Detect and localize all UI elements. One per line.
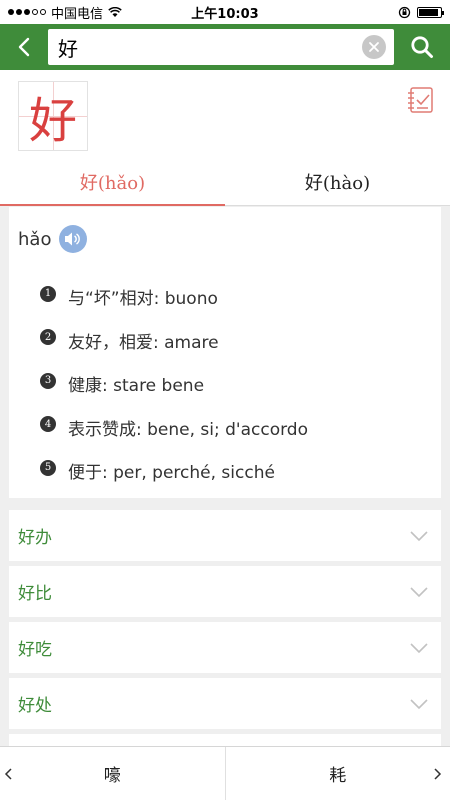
search-button[interactable] [394, 24, 450, 70]
notebook-check-icon[interactable] [406, 85, 436, 115]
speaker-icon [65, 232, 81, 246]
chevron-down-icon [410, 530, 428, 541]
definition-item: 2 友好，相爱: amare [40, 319, 435, 363]
bottom-nav: 嚎 耗 [0, 746, 450, 800]
battery-level [419, 8, 438, 16]
definition-item: 4 表示赞成: bene, si; d'accordo [40, 406, 435, 450]
chevron-right-icon [434, 768, 442, 780]
search-input[interactable] [58, 35, 362, 59]
search-box [48, 29, 394, 65]
definition-number: 2 [40, 329, 56, 346]
definition-number: 4 [40, 416, 56, 433]
word-row-haochu[interactable]: 好处 [9, 678, 441, 729]
word-label: 好办 [18, 528, 52, 548]
word-label: 好比 [18, 584, 52, 604]
status-bar: 中国电信 上午10:03 [0, 0, 450, 24]
chevron-down-icon [410, 642, 428, 653]
search-header [0, 24, 450, 70]
pinyin-label: hǎo [18, 228, 52, 250]
definition-item: 5 便于: per, perché, sicché [40, 449, 435, 493]
definition-text: 便于: per, perché, sicché [68, 463, 275, 484]
word-label: 好处 [18, 696, 52, 716]
definition-text: 与“坏”相对: buono [68, 289, 218, 310]
definition-text: 健康: stare bene [68, 376, 205, 397]
character-box: 好 [18, 81, 88, 151]
battery-icon [417, 6, 444, 18]
definition-list: 1 与“坏”相对: buono 2 友好，相爱: amare 3 健康: sta… [40, 275, 435, 493]
tab-hao4[interactable]: 好(hào) [225, 158, 450, 205]
chevron-left-icon [4, 768, 12, 780]
search-icon [411, 36, 433, 58]
clear-icon [369, 42, 379, 52]
word-label: 好吃 [18, 640, 52, 660]
word-row-haochi[interactable]: 好吃 [9, 622, 441, 673]
status-right [398, 6, 444, 19]
definition-card: hǎo 1 与“坏”相对: buono 2 友好，相爱: amare 3 健康:… [9, 207, 441, 498]
word-row-haoban[interactable]: 好办 [9, 510, 441, 561]
definition-item: 3 健康: stare bene [40, 362, 435, 406]
wifi-icon [108, 6, 122, 17]
back-button[interactable] [0, 24, 48, 70]
word-row-haobi[interactable]: 好比 [9, 566, 441, 617]
definition-number: 5 [40, 459, 56, 476]
carrier-label: 中国电信 [51, 6, 104, 22]
definition-item: 1 与“坏”相对: buono [40, 275, 435, 319]
definition-number: 3 [40, 372, 56, 389]
play-audio-button[interactable] [59, 225, 88, 253]
tab-hao3[interactable]: 好(hǎo) [0, 158, 225, 206]
definition-number: 1 [40, 285, 56, 302]
next-character-label: 耗 [329, 766, 347, 786]
signal-strength-icon [8, 9, 46, 15]
orientation-lock-icon [398, 6, 411, 18]
prev-character-label: 嚎 [103, 766, 121, 786]
word-row-partial [9, 734, 441, 746]
status-left: 中国电信 [8, 3, 122, 22]
chevron-down-icon [410, 586, 428, 597]
next-character-button[interactable]: 耗 [226, 747, 450, 800]
chevron-left-icon [18, 37, 30, 57]
prev-character-button[interactable]: 嚎 [0, 747, 226, 800]
pinyin-row: hǎo [18, 225, 88, 253]
character-panel: 好 [0, 70, 450, 158]
pronunciation-tabs: 好(hǎo) 好(hào) [0, 158, 450, 206]
character-glyph: 好 [28, 93, 77, 149]
definition-text: 友好，相爱: amare [68, 332, 219, 353]
clear-button[interactable] [362, 35, 386, 59]
definition-text: 表示赞成: bene, si; d'accordo [68, 419, 308, 440]
chevron-down-icon [410, 698, 428, 709]
